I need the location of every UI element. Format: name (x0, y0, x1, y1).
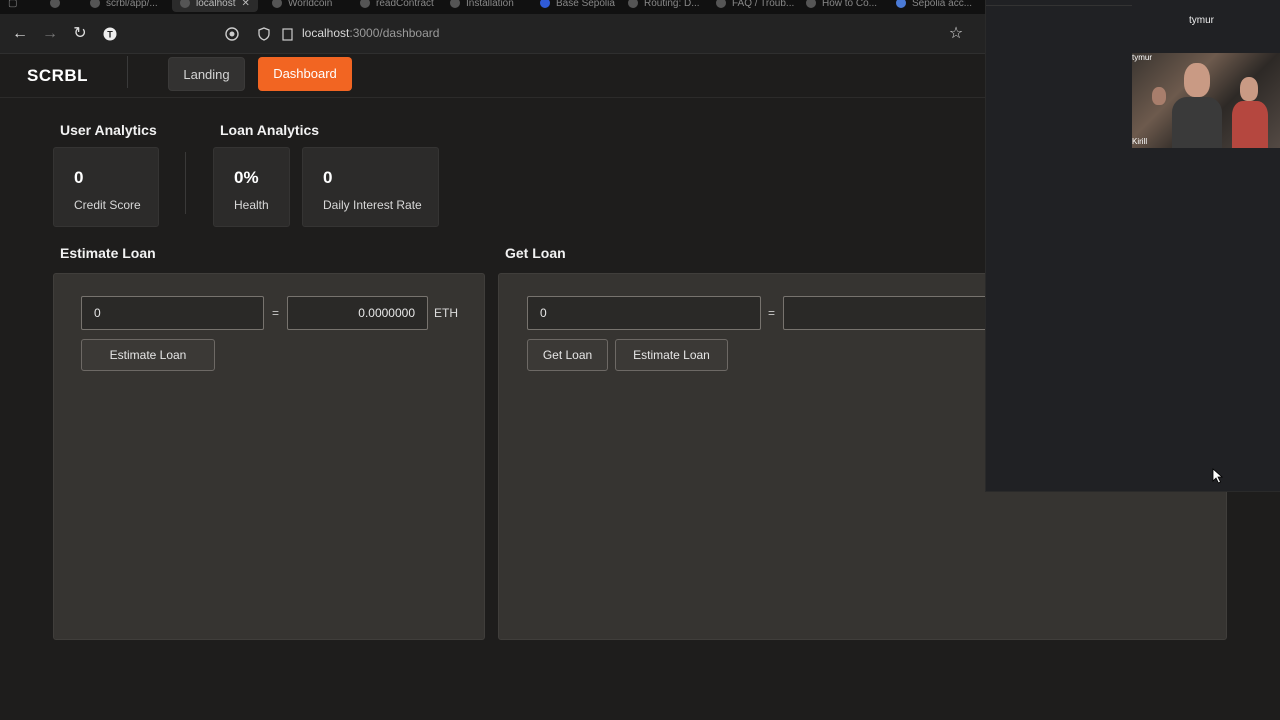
health-card: 0% Health (213, 147, 290, 227)
forward-icon[interactable]: → (39, 23, 61, 45)
app-header: SCRBL Landing Dashboard (0, 54, 985, 98)
daily-interest-rate-card: 0 Daily Interest Rate (302, 147, 439, 227)
person-face (1184, 63, 1210, 97)
tab-readcontract[interactable]: readContract (360, 0, 434, 12)
favicon-icon (90, 0, 100, 8)
tab-sepolia[interactable]: Sepolia acc... (896, 0, 972, 12)
app-logo: SCRBL (27, 66, 89, 85)
tab-routing[interactable]: Routing: D... (628, 0, 700, 12)
nav-dashboard-button[interactable]: Dashboard (258, 57, 352, 91)
estimate-amount-input[interactable]: 0 (81, 296, 264, 330)
eth-unit-label: ETH (434, 306, 458, 320)
tab-github[interactable] (50, 0, 60, 12)
shield-icon[interactable] (253, 23, 275, 45)
tab-worldcoin[interactable]: Worldcoin (272, 0, 332, 12)
mouse-cursor-icon (1212, 468, 1224, 484)
analytics-divider (185, 152, 186, 214)
video-call-overlay: tymur tymur Kirill (985, 0, 1280, 492)
profile-icon[interactable]: T (99, 23, 121, 45)
favicon-icon (540, 0, 550, 8)
video-name-top: tymur (1132, 53, 1152, 62)
tab-faq[interactable]: FAQ / Troub... (716, 0, 794, 12)
back-icon[interactable]: ← (9, 23, 31, 45)
credit-score-label: Credit Score (74, 198, 141, 212)
health-label: Health (234, 198, 269, 212)
person-face (1152, 87, 1166, 105)
favicon-icon (896, 0, 906, 8)
favicon-icon (360, 0, 370, 8)
estimate-loan-title: Estimate Loan (60, 245, 156, 261)
tab-installation[interactable]: Installation (450, 0, 514, 12)
github-icon (50, 0, 60, 8)
favicon-icon (806, 0, 816, 8)
daily-interest-rate-label: Daily Interest Rate (323, 198, 422, 212)
participant-video[interactable]: tymur Kirill (1132, 53, 1280, 148)
participant-name: tymur (1189, 15, 1214, 26)
reload-icon[interactable]: ↻ (69, 23, 91, 45)
tab-base-sepolia[interactable]: Base Sepolia (540, 0, 615, 12)
person-body (1232, 101, 1268, 148)
estimate-loan-button[interactable]: Estimate Loan (81, 339, 215, 371)
favicon-icon (272, 0, 282, 8)
bookmark-star-icon[interactable]: ☆ (945, 23, 967, 45)
health-value: 0% (234, 168, 259, 187)
favicon-icon (450, 0, 460, 8)
favicon-icon (716, 0, 726, 8)
daily-interest-rate-value: 0 (323, 168, 333, 187)
equals-sign: = (272, 306, 280, 320)
nav-landing-button[interactable]: Landing (168, 57, 245, 91)
get-loan-title: Get Loan (505, 245, 566, 261)
get-loan-eth-output[interactable] (783, 296, 993, 330)
estimate-eth-output[interactable]: 0.0000000 (287, 296, 428, 330)
browser-toolbar: ← → ↻ T localhost:3000/dashboard ☆ (0, 14, 985, 54)
get-loan-estimate-button[interactable]: Estimate Loan (615, 339, 728, 371)
favicon-icon (180, 0, 190, 8)
favicon-icon (628, 0, 638, 8)
equals-sign: = (768, 306, 776, 320)
overlay-top-band (986, 0, 1132, 6)
person-face (1240, 77, 1258, 101)
estimate-loan-panel: 0 = 0.0000000 ETH Estimate Loan (53, 273, 485, 640)
header-divider (127, 56, 128, 88)
credit-score-card: 0 Credit Score (53, 147, 159, 227)
video-name-bottom: Kirill (1132, 137, 1148, 146)
loan-analytics-title: Loan Analytics (220, 122, 320, 138)
tab-scrbl[interactable]: scrbl/app/... (90, 0, 158, 12)
user-analytics-title: User Analytics (60, 122, 157, 138)
tab-how-to[interactable]: How to Co... (806, 0, 877, 12)
tab-localhost[interactable]: localhost ✕ (172, 0, 258, 12)
tab-overview-icon[interactable]: ▢ (8, 0, 17, 12)
credit-score-value: 0 (74, 168, 84, 187)
person-body (1172, 97, 1222, 148)
svg-text:T: T (107, 30, 113, 40)
url-field[interactable]: localhost:3000/dashboard (302, 26, 439, 40)
get-loan-amount-input[interactable]: 0 (527, 296, 761, 330)
get-loan-button[interactable]: Get Loan (527, 339, 608, 371)
page-icon (276, 23, 298, 45)
page-info-icon[interactable] (221, 23, 243, 45)
